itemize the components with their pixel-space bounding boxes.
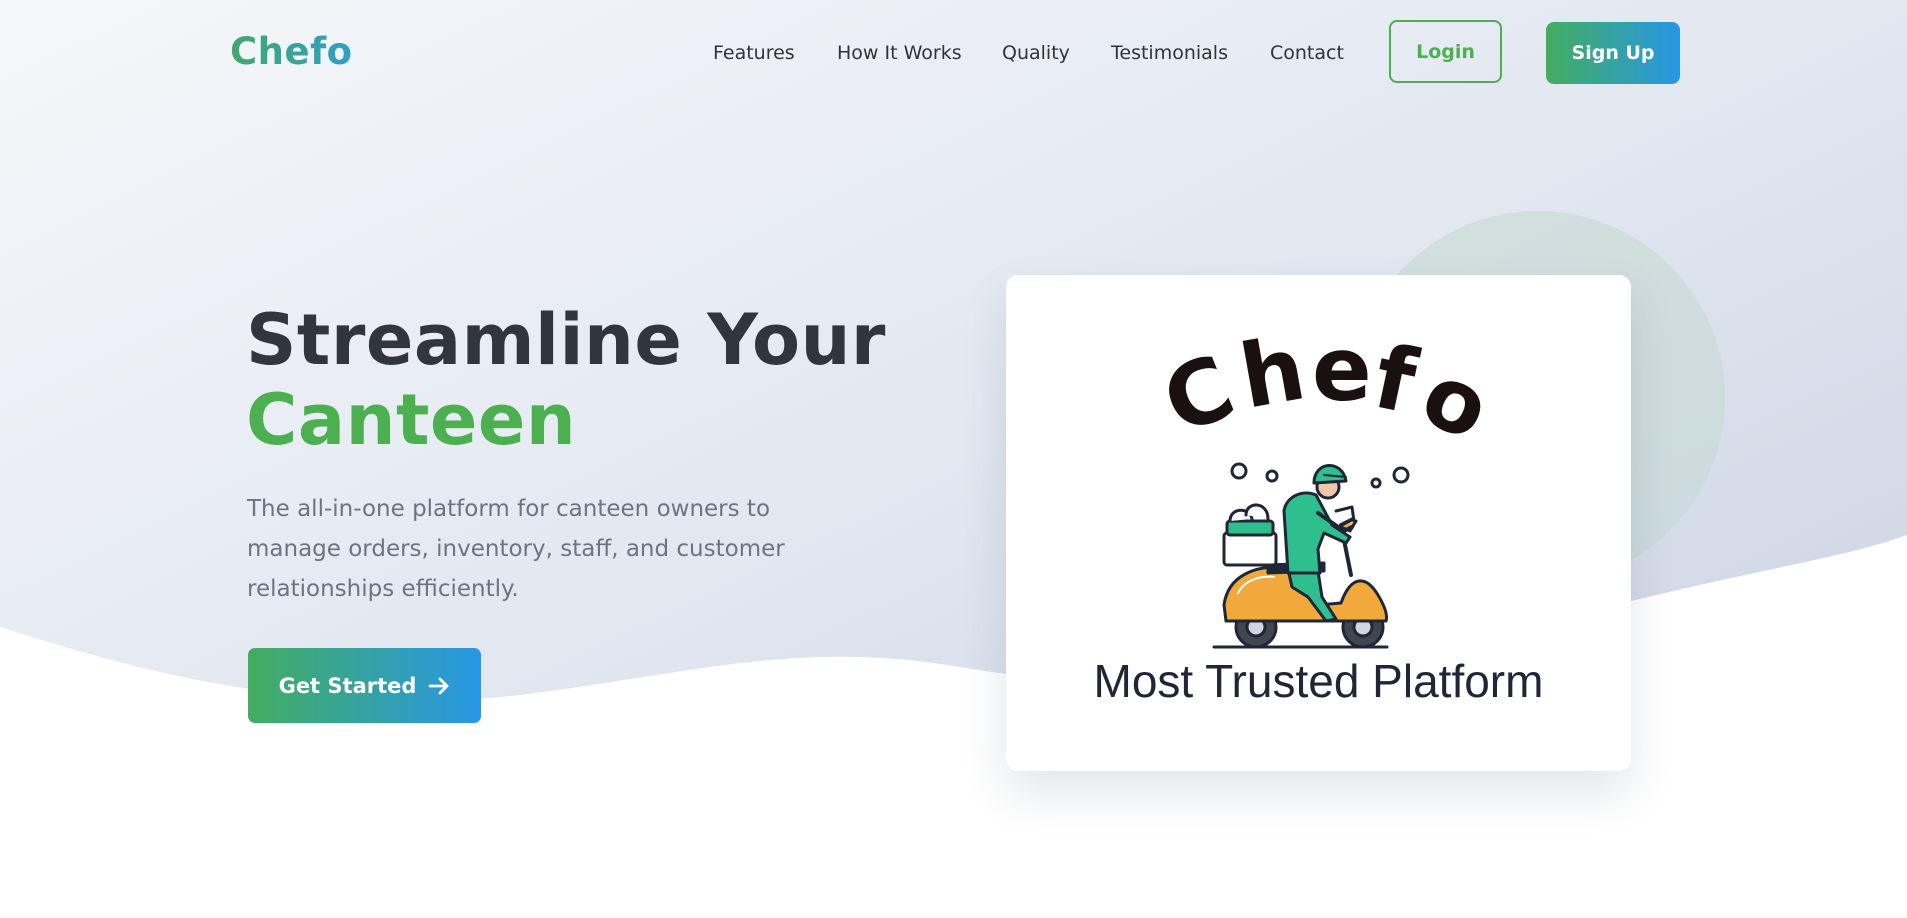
card-logo-letter: C (1149, 335, 1247, 455)
card-logo-letter: e (1312, 318, 1372, 421)
hero-title-highlight: Canteen (246, 379, 577, 461)
nav-link-features[interactable]: Features (713, 38, 795, 68)
login-button[interactable]: Login (1389, 20, 1502, 83)
card-logo: C h e f o (1149, 316, 1504, 460)
hero-title: Streamline Your Canteen (246, 300, 886, 460)
card-logo-letter: o (1407, 342, 1504, 461)
card-caption: Most Trusted Platform (1093, 655, 1544, 707)
get-started-button[interactable]: Get Started (248, 648, 481, 723)
signup-button[interactable]: Sign Up (1546, 22, 1680, 84)
nav-link-how-it-works[interactable]: How It Works (837, 38, 962, 68)
nav-link-quality[interactable]: Quality (1002, 38, 1070, 68)
hero-title-line1: Streamline Your (246, 299, 886, 381)
get-started-label: Get Started (278, 673, 417, 698)
hero-subtitle: The all-in-one platform for canteen owne… (247, 496, 785, 602)
hero-image-card: C h e f o Most Trusted Platform (1006, 275, 1631, 771)
brand-logo[interactable]: Chefo (230, 28, 353, 76)
arrow-right-icon (429, 677, 449, 694)
delivery-rider-scooter-icon (1212, 462, 1410, 649)
top-navbar: Chefo Features How It Works Quality Test… (0, 0, 1907, 106)
nav-link-testimonials[interactable]: Testimonials (1111, 38, 1228, 68)
nav-link-contact[interactable]: Contact (1270, 38, 1344, 68)
card-logo-letter: h (1233, 316, 1313, 428)
